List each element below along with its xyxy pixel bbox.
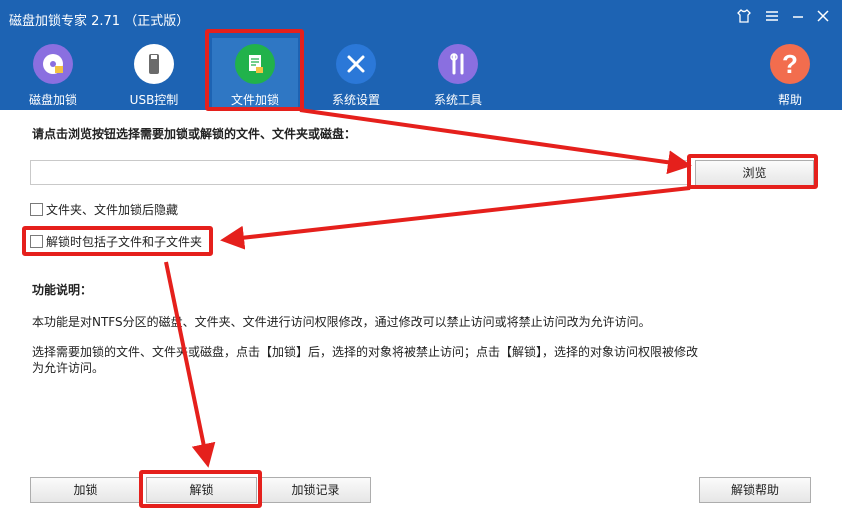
toolbar-system-tools[interactable]: 系统工具	[415, 38, 501, 108]
toolbar-label: 帮助	[777, 93, 802, 107]
highlight-unlock	[139, 470, 262, 508]
checkbox-box[interactable]	[30, 203, 43, 216]
title-toolbar-area: 磁盘加锁专家 2.71 （正式版） 磁盘加锁 USB控制 文件加锁 系统设置 系…	[0, 0, 842, 110]
highlight-include-sub	[22, 226, 213, 256]
disk-lock-icon	[33, 44, 73, 84]
arrow-to-include-sub	[220, 186, 691, 250]
function-description-2: 选择需要加锁的文件、文件夹或磁盘，点击【加锁】后，选择的对象将被禁止访问；点击【…	[32, 345, 699, 375]
highlight-browse	[687, 154, 818, 189]
arrow-to-browse	[299, 108, 692, 175]
close-icon[interactable]	[813, 8, 833, 28]
hide-after-lock-checkbox[interactable]: 文件夹、文件加锁后隐藏	[30, 201, 178, 218]
toolbar-disk-lock[interactable]: 磁盘加锁	[10, 38, 96, 108]
function-description-1: 本功能是对NTFS分区的磁盘、文件夹、文件进行访问权限修改，通过修改可以禁止访问…	[32, 315, 651, 329]
minimize-icon[interactable]	[788, 8, 808, 28]
unlock-help-button[interactable]: 解锁帮助	[699, 477, 811, 503]
toolbar-label: 磁盘加锁	[28, 93, 77, 107]
toolbar-label: 系统工具	[433, 93, 482, 107]
menu-icon[interactable]	[762, 8, 782, 28]
path-input[interactable]	[30, 160, 688, 185]
lock-button[interactable]: 加锁	[30, 477, 141, 503]
help-icon: ?	[770, 44, 810, 84]
lock-log-button[interactable]: 加锁记录	[260, 477, 371, 503]
highlight-file-lock	[205, 29, 304, 111]
toolkit-icon	[438, 44, 478, 84]
toolbar-label: USB控制	[129, 93, 179, 107]
function-description-title: 功能说明：	[32, 283, 93, 297]
settings-tools-icon	[336, 44, 376, 84]
skin-icon[interactable]	[734, 8, 754, 28]
checkbox-label: 文件夹、文件加锁后隐藏	[46, 203, 179, 217]
toolbar-help[interactable]: ? 帮助	[747, 38, 833, 108]
window-title: 磁盘加锁专家 2.71 （正式版）	[9, 14, 190, 29]
usb-icon	[134, 44, 174, 84]
browse-prompt: 请点击浏览按钮选择需要加锁或解锁的文件、文件夹或磁盘：	[32, 127, 357, 141]
toolbar-usb-control[interactable]: USB控制	[111, 38, 197, 108]
toolbar-system-settings[interactable]: 系统设置	[313, 38, 399, 108]
toolbar-label: 系统设置	[331, 93, 380, 107]
